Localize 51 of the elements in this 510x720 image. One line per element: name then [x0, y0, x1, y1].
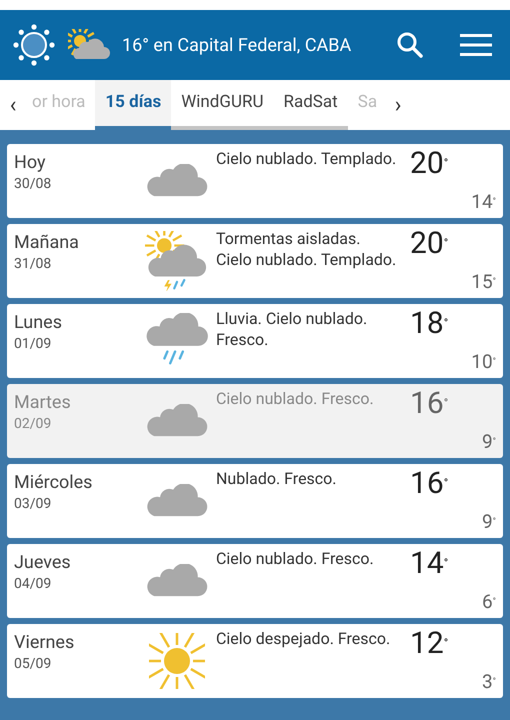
day-name: Viernes — [14, 632, 76, 654]
day-name: Hoy — [14, 152, 46, 174]
low-temp: 3$^{°}$ — [482, 669, 496, 695]
day-name: Martes — [14, 392, 72, 414]
forecast-card[interactable]: Martes 02/09 Cielo nublado. Fresco. 16$^{°}$ 9$^{°}$ — [7, 384, 503, 458]
high-temp: 20$^{°}$ — [409, 225, 448, 263]
day-date: 02/09 — [14, 415, 52, 434]
partly-cloudy-icon — [68, 29, 110, 61]
day-date: 31/08 — [14, 255, 52, 274]
cloud-icon — [145, 564, 209, 598]
high-temp: 14$^{°}$ — [409, 545, 448, 583]
weather-summary: Cielo despejado. Fresco. — [216, 628, 392, 649]
forecast-card[interactable]: Jueves 04/09 Cielo nublado. Fresco. 14$^{°}$ 6$^{°}$ — [7, 544, 503, 618]
weather-summary: Lluvia. Cielo nublado. Fresco. — [216, 308, 368, 350]
day-name: Mañana — [14, 232, 80, 254]
high-temp: 16$^{°}$ — [409, 385, 448, 423]
low-temp: 15$^{°}$ — [471, 269, 496, 295]
high-temp: 18$^{°}$ — [409, 305, 448, 343]
forecast-card[interactable]: Miércoles 03/09 Nublado. Fresco. 16$^{°}$ 9$^{°}$ — [7, 464, 503, 538]
day-date: 04/09 — [14, 575, 52, 594]
forecast-card[interactable]: Hoy 30/08 Cielo nublado. Templado. 20$^{°}$ 14$^{°}$ — [7, 144, 503, 218]
low-temp: 14$^{°}$ — [471, 189, 496, 215]
tab[interactable]: 15 días — [95, 80, 172, 130]
high-temp: 20$^{°}$ — [409, 145, 448, 183]
high-temp: 16$^{°}$ — [409, 465, 448, 503]
high-temp: 12$^{°}$ — [409, 625, 448, 663]
day-name: Lunes — [14, 312, 64, 334]
day-name: Miércoles — [14, 472, 94, 494]
day-date: 30/08 — [14, 175, 52, 194]
day-date: 03/09 — [14, 495, 52, 514]
weather-summary: Cielo nublado. Fresco. — [216, 388, 375, 409]
day-date: 05/09 — [14, 655, 52, 674]
cloud-icon — [145, 404, 209, 438]
weather-summary: Nublado. Fresco. — [216, 468, 338, 489]
cloud-icon — [145, 484, 209, 518]
cloud-icon — [145, 164, 209, 198]
weather-summary: Tormentas aisladas. Cielo nublado. Templado. — [216, 228, 398, 270]
forecast-card[interactable]: Viernes 05/09 Cielo despejado. Fresco. 12$^{°}$ 3$^{°}$ — [7, 624, 503, 698]
day-name: Jueves — [14, 552, 72, 574]
header-title: 16° en Capital Federal, CABA — [122, 34, 352, 58]
day-date: 01/09 — [14, 335, 52, 354]
storm-cloud-icon — [145, 231, 209, 291]
low-temp: 9$^{°}$ — [482, 509, 496, 535]
low-temp: 10$^{°}$ — [471, 349, 496, 375]
low-temp: 9$^{°}$ — [482, 429, 496, 455]
weather-summary: Cielo nublado. Templado. — [216, 148, 398, 169]
sun-outline-icon[interactable] — [12, 23, 56, 67]
weather-summary: Cielo nublado. Fresco. — [216, 548, 375, 569]
forecast-card[interactable]: Lunes 01/09 Lluvia. Cielo nublado. Fresco. 18$^{°}$ 10$^{°}$ — [7, 304, 503, 378]
low-temp: 6$^{°}$ — [482, 589, 496, 615]
sun-icon — [149, 633, 205, 689]
